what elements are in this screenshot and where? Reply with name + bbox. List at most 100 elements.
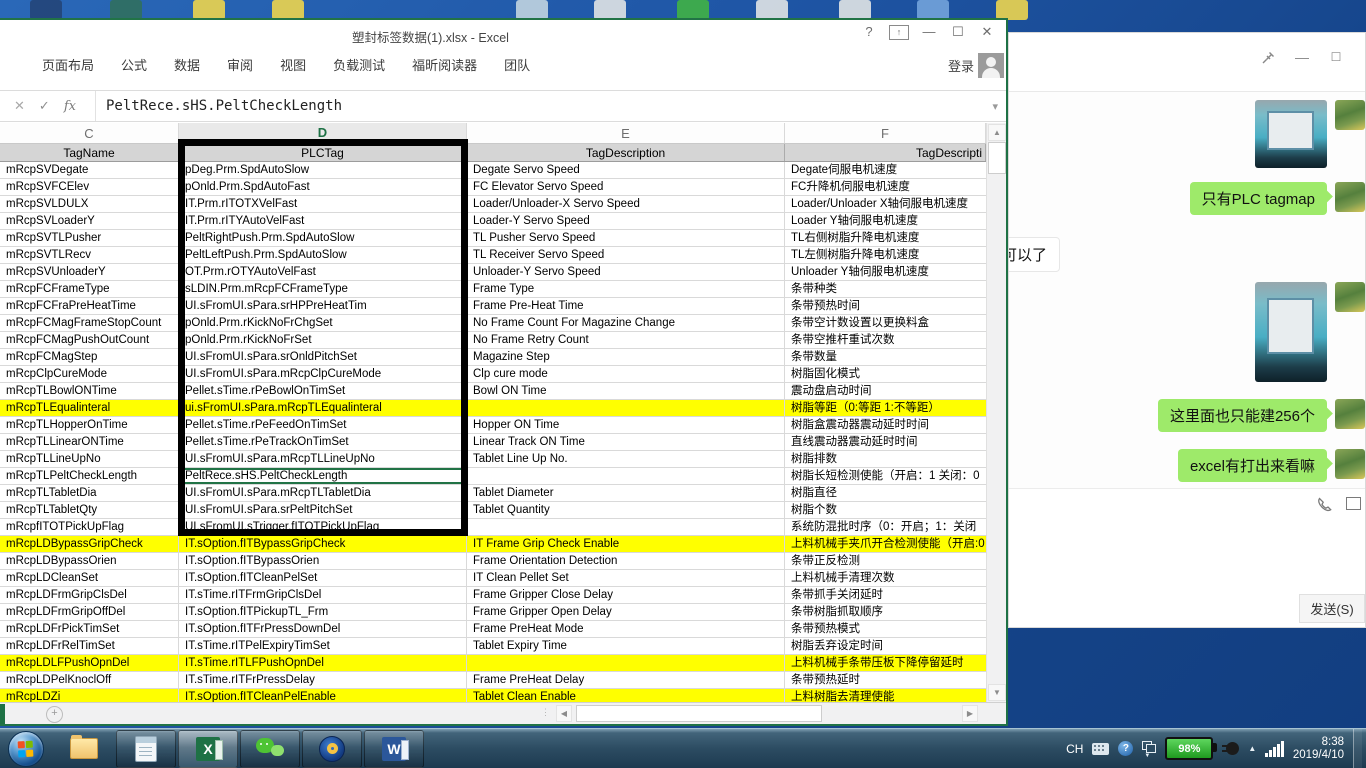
desktop-icon[interactable] (996, 0, 1028, 20)
clock[interactable]: 8:38 2019/4/10 (1293, 736, 1344, 762)
cell-tagdescription-cn[interactable]: Loader/Unloader X轴伺服电机速度 (785, 196, 986, 212)
ribbon-tab[interactable]: 页面布局 (42, 55, 94, 74)
taskbar-item-excel[interactable]: X (178, 730, 238, 768)
start-button[interactable] (8, 731, 44, 767)
cell-tagname[interactable]: mRcpLDBypassGripCheck (0, 536, 179, 552)
cell-tagdescription-cn[interactable]: 条带数量 (785, 349, 986, 365)
cell-tagname[interactable]: mRcpTLTabletDia (0, 485, 179, 501)
cell-tagname[interactable]: mRcpFCMagPushOutCount (0, 332, 179, 348)
scrollbar-divider[interactable]: ⋮ (541, 707, 551, 718)
pin-icon[interactable] (1255, 45, 1281, 69)
cell-tagdescription[interactable]: IT Frame Grip Check Enable (467, 536, 785, 552)
chat-message-area[interactable]: 只有PLC tagmap来就可以了这里面也只能建256个excel有打出来看嘛 (1009, 91, 1365, 489)
column-letter-E[interactable]: E (467, 123, 785, 143)
cell-tagdescription[interactable]: Frame Gripper Open Delay (467, 604, 785, 620)
cell-tagdescription[interactable]: IT Clean Pellet Set (467, 570, 785, 586)
taskbar-item-notepad[interactable] (116, 730, 176, 768)
scroll-up-icon[interactable]: ▲ (988, 124, 1006, 141)
cell-tagname[interactable]: mRcpTLHopperOnTime (0, 417, 179, 433)
cell-tagdescription[interactable]: Frame Type (467, 281, 785, 297)
cell-plctag[interactable]: IT.sTime.rITLFPushOpnDel (179, 655, 467, 671)
formula-enter-icon[interactable]: ✓ (39, 98, 50, 114)
cell-tagname[interactable]: mRcpFCMagFrameStopCount (0, 315, 179, 331)
cell-tagname[interactable]: mRcpTLEqualinteral (0, 400, 179, 416)
desktop-icon[interactable] (110, 0, 142, 20)
cell-tagdescription-cn[interactable]: Loader Y轴伺服电机速度 (785, 213, 986, 229)
cell-tagname[interactable]: mRcpfITOTPickUpFlag (0, 519, 179, 535)
table-row[interactable]: mRcpFCMagFrameStopCount pOnld.Prm.rKickN… (0, 315, 986, 332)
scroll-right-icon[interactable]: ▶ (962, 705, 978, 722)
avatar[interactable] (1335, 282, 1365, 312)
cell-plctag[interactable]: IT.sTime.rITPelExpiryTimSet (179, 638, 467, 654)
cell-plctag[interactable]: IT.sTime.rITFrmGripClsDel (179, 587, 467, 603)
cell-tagdescription-cn[interactable]: 系统防混批时序（0：开启；1：关闭 (785, 519, 986, 535)
cell-tagdescription-cn[interactable]: Degate伺服电机速度 (785, 162, 986, 178)
cell-tagname[interactable]: mRcpClpCureMode (0, 366, 179, 382)
cell-tagdescription[interactable]: No Frame Retry Count (467, 332, 785, 348)
outgoing-bubble[interactable]: excel有打出来看嘛 (1178, 449, 1327, 482)
cell-tagdescription[interactable]: Loader/Unloader-X Servo Speed (467, 196, 785, 212)
cell-tagdescription[interactable]: Tablet Expiry Time (467, 638, 785, 654)
table-row[interactable]: mRcpTLTabletDia UI.sFromUI.sPara.mRcpTLT… (0, 485, 986, 502)
horizontal-scroll-thumb[interactable] (576, 705, 822, 722)
cell-tagdescription[interactable]: Frame Gripper Close Delay (467, 587, 785, 603)
column-letter-F[interactable]: F (785, 123, 986, 143)
cell-tagdescription-cn[interactable]: 条带空推杆重试次数 (785, 332, 986, 348)
minimize-icon[interactable]: — (920, 24, 938, 40)
cell-tagdescription-cn[interactable]: TL右侧树脂升降电机速度 (785, 230, 986, 246)
cell-tagname[interactable]: mRcpLDFrRelTimSet (0, 638, 179, 654)
ribbon-tab[interactable]: 审阅 (227, 55, 253, 74)
avatar[interactable] (1335, 399, 1365, 429)
vertical-scrollbar[interactable]: ▲ ▼ (986, 123, 1006, 702)
cell-tagname[interactable]: mRcpLDFrPickTimSet (0, 621, 179, 637)
cell-tagdescription-cn[interactable]: 树脂丢弃设定时间 (785, 638, 986, 654)
cell-tagdescription[interactable]: No Frame Count For Magazine Change (467, 315, 785, 331)
cell-tagdescription-cn[interactable]: 树脂固化模式 (785, 366, 986, 382)
cell-tagdescription-cn[interactable]: 条带种类 (785, 281, 986, 297)
cell-tagdescription[interactable]: Frame PreHeat Mode (467, 621, 785, 637)
taskbar-item-explorer[interactable] (54, 730, 114, 768)
cell-tagdescription-cn[interactable]: 条带空计数设置以更换料盒 (785, 315, 986, 331)
table-row[interactable]: mRcpSVLDULX IT.Prm.rITOTXVelFast Loader/… (0, 196, 986, 213)
desktop-icon[interactable] (30, 0, 62, 20)
avatar[interactable] (1335, 182, 1365, 212)
cell-tagdescription-cn[interactable]: 震动盘启动时间 (785, 383, 986, 399)
table-row[interactable]: mRcpSVTLPusher PeltRightPush.Prm.SpdAuto… (0, 230, 986, 247)
outgoing-bubble[interactable]: 这里面也只能建256个 (1158, 399, 1327, 432)
ribbon-tab[interactable]: 福昕阅读器 (412, 55, 477, 74)
cell-tagdescription[interactable]: Hopper ON Time (467, 417, 785, 433)
cell-tagname[interactable]: mRcpSVDegate (0, 162, 179, 178)
close-icon[interactable]: ✕ (978, 24, 996, 40)
cell-tagdescription-cn[interactable]: 上料树脂去清理使能 (785, 689, 986, 702)
formula-input[interactable]: PeltRece.sHS.PeltCheckLength (96, 98, 992, 114)
avatar[interactable] (1335, 100, 1365, 130)
cell-tagdescription-cn[interactable]: 条带树脂抓取顺序 (785, 604, 986, 620)
ribbon-tab[interactable]: 团队 (504, 55, 530, 74)
cell-tagname[interactable]: mRcpFCFrameType (0, 281, 179, 297)
cell-tagdescription[interactable]: Tablet Line Up No. (467, 451, 785, 467)
ribbon-tab[interactable]: 负载测试 (333, 55, 385, 74)
desktop-icon[interactable] (516, 0, 548, 20)
cell-plctag[interactable]: IT.sOption.fITBypassOrien (179, 553, 467, 569)
column-header[interactable]: TagDescription (467, 144, 785, 161)
cell-tagname[interactable]: mRcpLDPelKnoclOff (0, 672, 179, 688)
photo-message[interactable] (1255, 100, 1327, 168)
taskbar-item-compass-app[interactable] (302, 730, 362, 768)
cell-tagdescription-cn[interactable]: 树脂直径 (785, 485, 986, 501)
chat-input-area[interactable]: 发送(S) (1009, 521, 1365, 627)
cell-tagname[interactable]: mRcpLDCleanSet (0, 570, 179, 586)
cell-tagdescription[interactable] (467, 655, 785, 671)
sign-in-link[interactable]: 登录 (948, 56, 974, 75)
table-row[interactable]: mRcpSVDegate pDeg.Prm.SpdAutoSlow Degate… (0, 162, 986, 179)
avatar[interactable] (1335, 449, 1365, 479)
maximize-icon[interactable]: ☐ (1323, 45, 1349, 69)
desktop-icon[interactable] (839, 0, 871, 20)
ribbon-display-options-icon[interactable]: ↑ (889, 25, 909, 40)
cell-tagname[interactable]: mRcpFCMagStep (0, 349, 179, 365)
table-row[interactable]: mRcpSVFCElev pOnld.Prm.SpdAutoFast FC El… (0, 179, 986, 196)
table-row[interactable]: mRcpSVLoaderY IT.Prm.rITYAutoVelFast Loa… (0, 213, 986, 230)
show-hidden-icons[interactable]: ▲ (1248, 744, 1256, 753)
battery-indicator[interactable]: 98% (1165, 737, 1213, 760)
scroll-left-icon[interactable]: ◀ (556, 705, 572, 722)
cell-tagname[interactable]: mRcpLDBypassOrien (0, 553, 179, 569)
